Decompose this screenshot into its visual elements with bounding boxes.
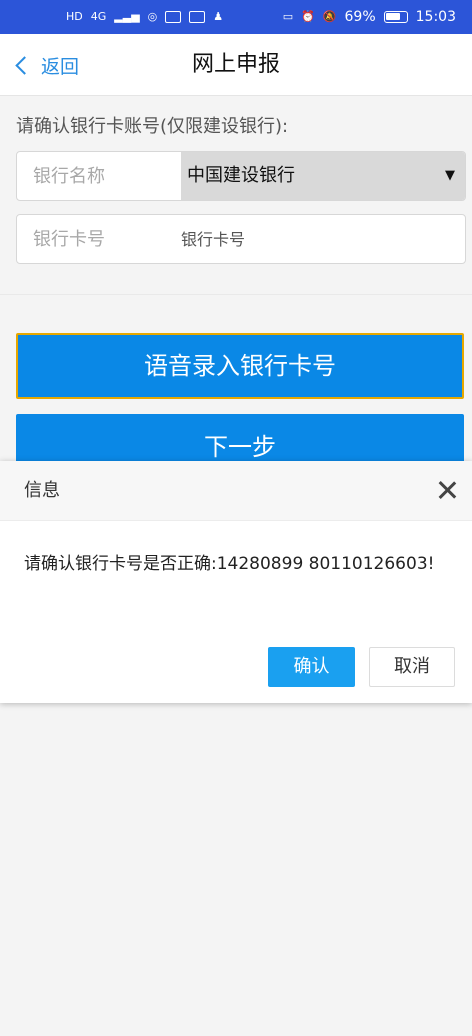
- dialog-title: 信息: [24, 480, 60, 501]
- bank-name-label: 银行名称: [33, 166, 105, 187]
- hotspot-icon: ◎: [147, 10, 158, 23]
- back-button[interactable]: 返回: [12, 34, 79, 96]
- confirm-dialog: 信息 请确认银行卡号是否正确:14280899 80110126603! 确认 …: [0, 461, 472, 703]
- status-left: HD 4G ▂▃▅ ◎ ♟: [66, 10, 223, 24]
- signal-icon: ▂▃▅: [114, 10, 140, 23]
- network-icon: 4G: [90, 10, 107, 23]
- close-icon[interactable]: [436, 479, 458, 501]
- caret-down-icon: ▼: [445, 168, 455, 183]
- bank-select[interactable]: 中国建设银行 ▼: [181, 152, 465, 200]
- hd-icon: HD: [66, 10, 83, 23]
- battery-percent: 69%: [344, 9, 376, 25]
- top-bar: 返回 网上申报: [0, 34, 472, 96]
- card-number-field: 银行卡号: [16, 214, 466, 264]
- battery-icon: [383, 11, 408, 23]
- status-bar: HD 4G ▂▃▅ ◎ ♟ ▭ ⏰ 🔕 69% 15:03: [0, 0, 472, 34]
- card-number-label: 银行卡号: [33, 229, 105, 250]
- section-divider: [0, 294, 472, 295]
- bank-select-value: 中国建设银行: [187, 165, 295, 186]
- card-number-input[interactable]: [181, 215, 457, 263]
- alarm-icon: ⏰: [301, 10, 315, 23]
- status-right: ▭ ⏰ 🔕 69% 15:03: [283, 9, 456, 25]
- app-icon: [189, 11, 206, 23]
- cast-icon: ▭: [282, 10, 294, 23]
- screen-icon: [165, 11, 182, 23]
- chevron-left-icon: [15, 55, 34, 75]
- status-time: 15:03: [415, 9, 456, 25]
- qq-icon: ♟: [213, 10, 224, 23]
- voice-input-button[interactable]: 语音录入银行卡号: [16, 333, 464, 399]
- confirm-button[interactable]: 确认: [268, 647, 355, 687]
- form-prompt: 请确认银行卡账号(仅限建设银行):: [16, 116, 289, 137]
- mute-icon: 🔕: [322, 10, 337, 23]
- dialog-header: 信息: [0, 461, 472, 521]
- cancel-button[interactable]: 取消: [369, 647, 455, 687]
- bank-name-field: 银行名称 中国建设银行 ▼: [16, 151, 466, 201]
- dialog-message: 请确认银行卡号是否正确:14280899 80110126603!: [24, 554, 435, 574]
- back-label: 返回: [41, 55, 80, 78]
